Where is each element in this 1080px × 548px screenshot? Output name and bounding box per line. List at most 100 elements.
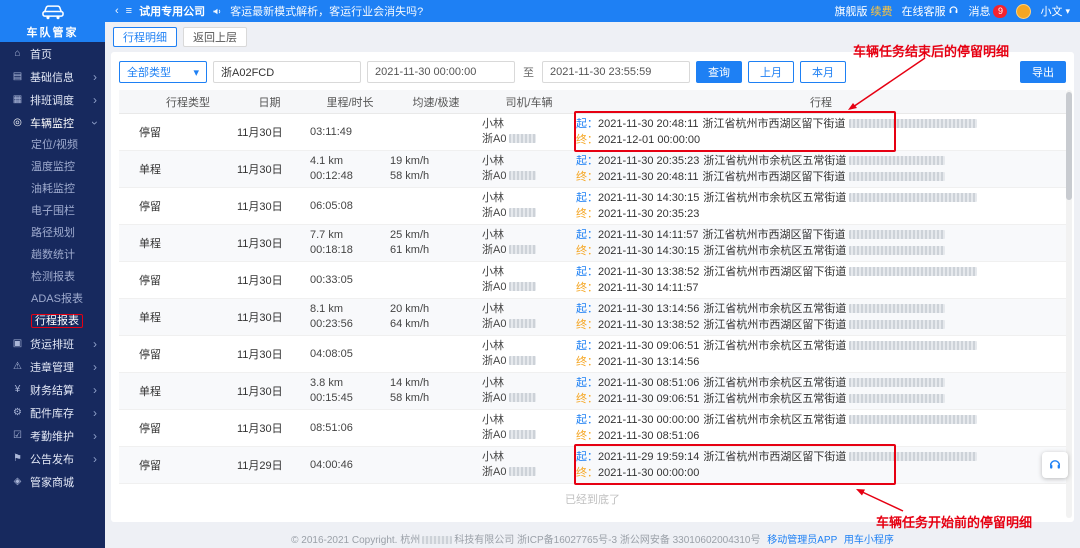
trip-type: 停留 [119, 114, 237, 150]
online-service[interactable]: 在线客服 [901, 3, 959, 19]
trip-type: 停留 [119, 336, 237, 372]
table-row[interactable]: 单程 11月30日 7.7 km00:18:18 25 km/h61 km/h … [119, 225, 1066, 262]
address-mosaic [849, 119, 977, 128]
driver-vehicle: 小林浙A0 [482, 188, 576, 224]
date-to-input[interactable] [542, 61, 690, 83]
subitem-inspection-report[interactable]: 检测报表 [0, 266, 105, 288]
tab-trip-detail[interactable]: 行程明细 [113, 27, 177, 47]
sidebar-item-freight-schedule[interactable]: ▣ 货运排班 › [0, 332, 105, 355]
trip-detail-cell: 起：2021-11-30 14:11:57浙江省杭州市西湖区留下街道 终：202… [576, 225, 1066, 261]
trip-mileage: 06:05:08 [302, 188, 390, 224]
trip-date: 11月30日 [237, 336, 302, 372]
trip-mileage: 03:11:49 [302, 114, 390, 150]
trip-start-line: 起：2021-11-30 14:11:57浙江省杭州市西湖区留下街道 [576, 227, 1066, 243]
table-row[interactable]: 停留 11月30日 00:33:05 小林浙A0 起：2021-11-30 13… [119, 262, 1066, 299]
announcement-text[interactable]: 客运最新模式解析，客运行业会消失吗? [230, 3, 423, 19]
floating-service-button[interactable] [1042, 452, 1068, 478]
this-month-button[interactable]: 本月 [800, 61, 846, 83]
prev-month-button[interactable]: 上月 [748, 61, 794, 83]
driver-vehicle: 小林浙A0 [482, 336, 576, 372]
trip-mileage: 04:08:05 [302, 336, 390, 372]
table-row[interactable]: 停留 11月30日 06:05:08 小林浙A0 起：2021-11-30 14… [119, 188, 1066, 225]
table-row[interactable]: 单程 11月30日 4.1 km00:12:48 19 km/h58 km/h … [119, 151, 1066, 188]
trip-table: 行程类型 日期 里程/时长 均速/极速 司机/车辆 行程 停留 11月30日 0… [119, 90, 1066, 484]
sidebar-item-mall[interactable]: ◈ 管家商城 [0, 470, 105, 493]
messages[interactable]: 消息 9 [968, 3, 1007, 19]
renew-link[interactable]: 续费 [870, 3, 892, 19]
sidebar-item-basic-info[interactable]: ▤ 基础信息 › [0, 65, 105, 88]
export-button[interactable]: 导出 [1020, 61, 1066, 83]
table-row[interactable]: 停留 11月30日 04:08:05 小林浙A0 起：2021-11-30 09… [119, 336, 1066, 373]
trip-speed [390, 262, 482, 298]
scrollbar-thumb[interactable] [1066, 92, 1072, 200]
trip-type: 单程 [119, 299, 237, 335]
app-root: 车队管家 ⌂ 首页 ▤ 基础信息 › ▦ 排班调度 › ◎ 车辆监控 › 定 [0, 0, 1080, 548]
caret-down-icon: ▾ [1065, 6, 1070, 17]
trip-type-select[interactable]: 全部类型 ▾ [119, 61, 207, 83]
end-of-list-text: 已经到底了 [119, 484, 1066, 507]
back-icon[interactable]: ‹ [115, 5, 119, 17]
table-row[interactable]: 停留 11月30日 08:51:06 小林浙A0 起：2021-11-30 00… [119, 410, 1066, 447]
address-mosaic [849, 304, 945, 313]
main-content: 行程明细 返回上层 全部类型 ▾ 至 查询 上月 本月 导出 [105, 22, 1080, 548]
table-row[interactable]: 停留 11月30日 03:11:49 小林浙A0 起：2021-11-30 20… [119, 114, 1066, 151]
trip-speed: 20 km/h64 km/h [390, 299, 482, 335]
filter-bar: 全部类型 ▾ 至 查询 上月 本月 导出 [119, 60, 1066, 84]
sidebar-item-home[interactable]: ⌂ 首页 [0, 42, 105, 65]
app-logo-text: 车队管家 [27, 24, 79, 40]
sidebar-item-attendance[interactable]: ☑ 考勤维护 › [0, 424, 105, 447]
date-from-input[interactable] [367, 61, 515, 83]
headset-icon [948, 4, 959, 18]
trip-mileage: 3.8 km00:15:45 [302, 373, 390, 409]
subitem-adas-report[interactable]: ADAS报表 [0, 288, 105, 310]
search-button[interactable]: 查询 [696, 61, 742, 83]
plate-mosaic [509, 171, 536, 180]
table-row[interactable]: 停留 11月29日 04:00:46 小林浙A0 起：2021-11-29 19… [119, 447, 1066, 484]
plate-mosaic [509, 319, 536, 328]
app-logo[interactable]: 车队管家 [0, 0, 105, 42]
trip-mileage: 4.1 km00:12:48 [302, 151, 390, 187]
trip-end-line: 终：2021-11-30 13:38:52浙江省杭州市西湖区留下街道 [576, 317, 1066, 333]
plate-input[interactable] [213, 61, 361, 83]
subitem-route-plan[interactable]: 路径规划 [0, 222, 105, 244]
address-mosaic [849, 452, 977, 461]
plan-label: 旗舰版 [834, 3, 867, 19]
address-mosaic [849, 230, 945, 239]
subitem-fuel[interactable]: 油耗监控 [0, 178, 105, 200]
annotation-highlight-ring: 行程报表 [31, 314, 83, 328]
trip-date: 11月30日 [237, 410, 302, 446]
address-mosaic [849, 320, 945, 329]
address-mosaic [849, 156, 945, 165]
money-icon: ¥ [11, 384, 24, 395]
trip-speed: 19 km/h58 km/h [390, 151, 482, 187]
table-row[interactable]: 单程 11月30日 8.1 km00:23:56 20 km/h64 km/h … [119, 299, 1066, 336]
trip-start-line: 起：2021-11-30 13:14:56浙江省杭州市余杭区五常街道 [576, 301, 1066, 317]
trip-date: 11月30日 [237, 114, 302, 150]
chevron-right-icon: › [93, 452, 97, 466]
subitem-location-video[interactable]: 定位/视频 [0, 134, 105, 156]
subitem-trip-count[interactable]: 趟数统计 [0, 244, 105, 266]
collapse-menu-icon[interactable]: ≡ [126, 5, 132, 17]
trip-date: 11月30日 [237, 299, 302, 335]
admin-app-link[interactable]: 移动管理员APP [767, 535, 837, 546]
subitem-temperature[interactable]: 温度监控 [0, 156, 105, 178]
user-menu[interactable]: 小文 ▾ [1040, 3, 1070, 19]
subitem-geofence[interactable]: 电子围栏 [0, 200, 105, 222]
back-up-button[interactable]: 返回上层 [183, 27, 247, 47]
plan-renew[interactable]: 旗舰版续费 [834, 3, 892, 19]
avatar[interactable] [1016, 4, 1031, 19]
sidebar-item-vehicle-monitor[interactable]: ◎ 车辆监控 › [0, 111, 105, 134]
sidebar-item-parts-inventory[interactable]: ⚙ 配件库存 › [0, 401, 105, 424]
sidebar-item-announcement[interactable]: ⚑ 公告发布 › [0, 447, 105, 470]
checkbox-icon: ☑ [11, 430, 24, 441]
subitem-trip-report[interactable]: 行程报表 [0, 310, 105, 332]
trip-mileage: 8.1 km00:23:56 [302, 299, 390, 335]
sidebar-item-scheduling[interactable]: ▦ 排班调度 › [0, 88, 105, 111]
trip-start-line: 起：2021-11-30 13:38:52浙江省杭州市西湖区留下街道 [576, 264, 1066, 280]
table-row[interactable]: 单程 11月30日 3.8 km00:15:45 14 km/h58 km/h … [119, 373, 1066, 410]
sidebar-item-violation[interactable]: ⚠ 违章管理 › [0, 355, 105, 378]
trip-mileage: 04:00:46 [302, 447, 390, 483]
mini-program-link[interactable]: 用车小程序 [844, 535, 894, 546]
sidebar-item-finance[interactable]: ¥ 财务结算 › [0, 378, 105, 401]
driver-vehicle: 小林浙A0 [482, 410, 576, 446]
